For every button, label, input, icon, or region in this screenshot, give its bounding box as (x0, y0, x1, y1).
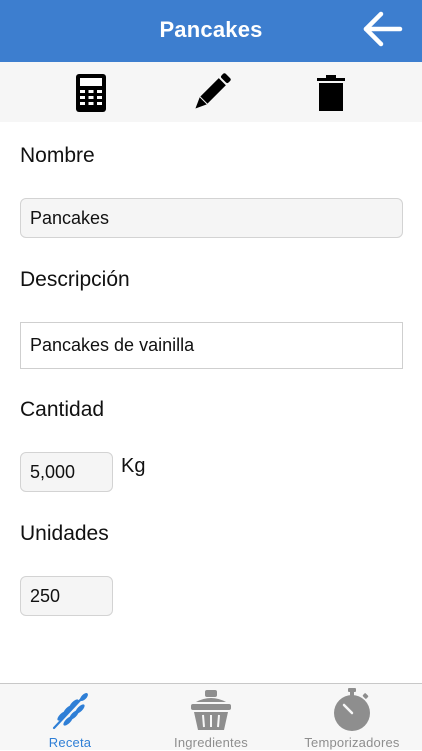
pencil-icon (195, 73, 231, 109)
nombre-label: Nombre (20, 144, 95, 167)
tab-ingredientes[interactable]: Ingredientes (141, 684, 281, 751)
stopwatch-icon (334, 688, 370, 731)
cantidad-label: Cantidad (20, 398, 105, 421)
delete-button[interactable] (307, 70, 355, 116)
cantidad-unit: Kg (121, 455, 146, 477)
edit-button[interactable] (187, 70, 235, 116)
wheat-icon (52, 693, 88, 730)
action-toolbar (0, 62, 422, 122)
navigation-bar: Pancakes (0, 0, 422, 62)
tab-label: Ingredientes (174, 735, 248, 750)
calculator-icon (76, 74, 106, 112)
tab-bar: Receta Ingredientes Temporizadores (0, 683, 422, 750)
arrow-left-icon (363, 11, 403, 47)
descripcion-label: Descripción (20, 268, 130, 291)
descripcion-field[interactable]: Pancakes de vainilla (20, 322, 403, 369)
tab-label: Temporizadores (304, 735, 400, 750)
nombre-field[interactable]: Pancakes (20, 198, 403, 238)
trash-icon (317, 75, 345, 111)
calculator-button[interactable] (67, 70, 115, 116)
tab-label: Receta (48, 735, 92, 750)
basket-icon (191, 690, 231, 730)
unidades-label: Unidades (20, 522, 109, 545)
back-button[interactable] (362, 10, 404, 48)
unidades-field[interactable]: 250 (20, 576, 113, 616)
page-title: Pancakes (159, 17, 263, 42)
tab-temporizadores[interactable]: Temporizadores (282, 684, 422, 751)
tab-receta[interactable]: Receta (0, 684, 140, 751)
cantidad-field[interactable]: 5,000 (20, 452, 113, 492)
